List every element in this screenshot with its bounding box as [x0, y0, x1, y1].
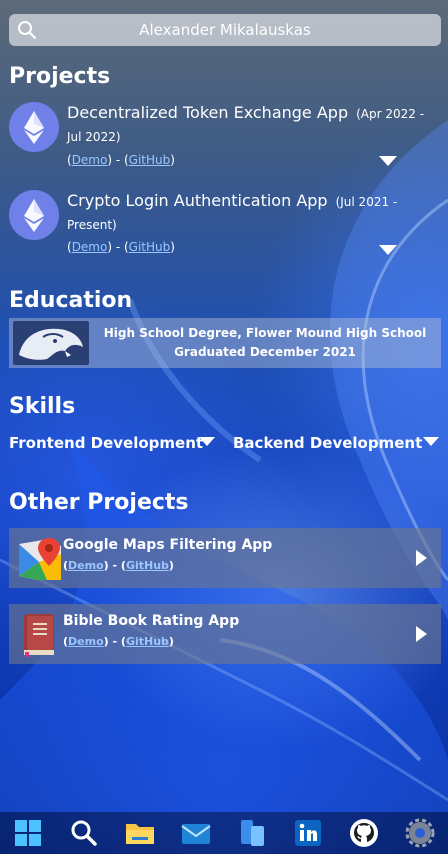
file-explorer-icon[interactable] [124, 817, 156, 849]
skill-expand-icon[interactable] [423, 437, 439, 446]
education-graduation: Graduated December 2021 [174, 345, 356, 359]
projects-heading: Projects [9, 64, 111, 89]
project-title-text: Crypto Login Authentication App [67, 191, 328, 210]
education-heading: Education [9, 288, 133, 313]
project-links: (Demo) - (GitHub) [67, 240, 175, 254]
education-text: High School Degree, Flower Mound High Sc… [89, 324, 441, 362]
skill-backend[interactable]: Backend Development [233, 434, 422, 452]
github-link[interactable]: GitHub [126, 635, 169, 648]
demo-link[interactable]: Demo [72, 240, 108, 254]
other-project-card[interactable]: Google Maps Filtering App (Demo) - (GitH… [9, 528, 441, 588]
chevron-right-icon[interactable] [416, 626, 427, 642]
google-maps-icon [19, 538, 61, 580]
project-item: Crypto Login Authentication App (Jul 2021… [9, 190, 441, 260]
linkedin-icon[interactable] [292, 817, 324, 849]
mail-icon[interactable] [180, 817, 212, 849]
search-bar[interactable]: Alexander Mikalauskas [9, 14, 441, 46]
search-icon [18, 21, 37, 40]
book-icon [24, 614, 54, 657]
demo-link[interactable]: Demo [68, 635, 104, 648]
search-icon[interactable] [68, 817, 100, 849]
taskbar [0, 812, 448, 854]
phone-link-icon[interactable] [236, 817, 268, 849]
windows-start-icon[interactable] [12, 817, 44, 849]
skills-heading: Skills [9, 394, 76, 419]
search-input[interactable]: Alexander Mikalauskas [139, 21, 311, 39]
skill-label: Frontend Development [9, 434, 204, 452]
expand-chevron-icon[interactable] [379, 156, 397, 166]
project-title: Crypto Login Authentication App (Jul 2021… [67, 190, 435, 236]
demo-link[interactable]: Demo [72, 153, 108, 167]
other-projects-heading: Other Projects [9, 490, 189, 515]
project-links: (Demo) - (GitHub) [67, 153, 175, 167]
project-title: Decentralized Token Exchange App (Apr 202… [67, 102, 435, 148]
panther-logo [13, 321, 89, 365]
chevron-right-icon[interactable] [416, 550, 427, 566]
other-project-title: Google Maps Filtering App [63, 537, 273, 553]
github-link[interactable]: GitHub [129, 153, 171, 167]
skill-frontend[interactable]: Frontend Development [9, 434, 203, 452]
ethereum-icon [9, 102, 59, 152]
skill-expand-icon[interactable] [199, 437, 215, 446]
github-link[interactable]: GitHub [129, 240, 171, 254]
education-degree: High School Degree, Flower Mound High Sc… [103, 326, 427, 340]
project-item: Decentralized Token Exchange App (Apr 202… [9, 102, 441, 172]
github-icon[interactable] [348, 817, 380, 849]
demo-link[interactable]: Demo [68, 559, 104, 572]
expand-chevron-icon[interactable] [379, 245, 397, 255]
other-project-title: Bible Book Rating App [63, 613, 240, 629]
project-title-text: Decentralized Token Exchange App [67, 103, 349, 122]
ethereum-icon [9, 190, 59, 240]
other-project-links: (Demo) - (GitHub) [63, 559, 174, 572]
settings-icon[interactable] [404, 817, 436, 849]
other-project-card[interactable]: Bible Book Rating App (Demo) - (GitHub) [9, 604, 441, 664]
education-card: High School Degree, Flower Mound High Sc… [9, 318, 441, 368]
github-link[interactable]: GitHub [126, 559, 169, 572]
skill-label: Backend Development [233, 434, 423, 452]
other-project-links: (Demo) - (GitHub) [63, 635, 174, 648]
